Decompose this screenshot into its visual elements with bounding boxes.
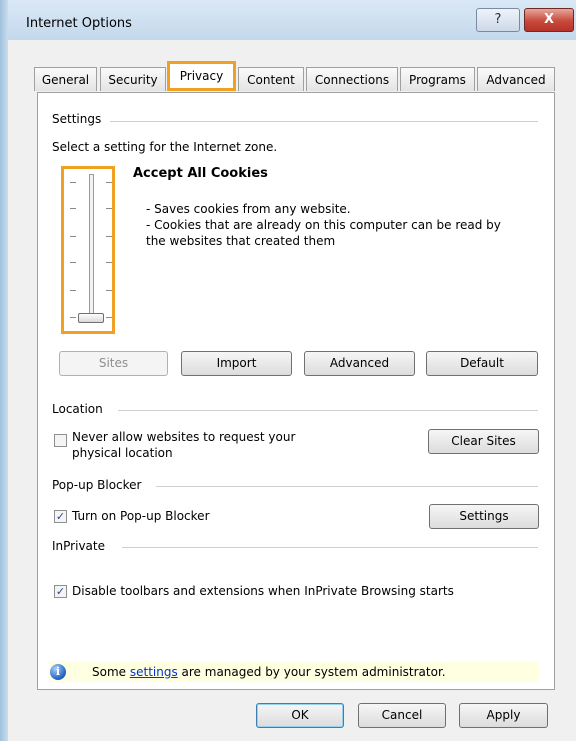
admin-info-prefix: Some	[92, 665, 130, 679]
sites-button[interactable]: Sites	[59, 351, 168, 376]
popup-settings-button[interactable]: Settings	[429, 504, 539, 529]
tab-connections[interactable]: Connections	[306, 67, 398, 91]
help-button[interactable]: ?	[476, 8, 520, 32]
popup-group-label: Pop-up Blocker	[52, 478, 142, 492]
tab-privacy[interactable]: Privacy	[167, 61, 236, 91]
popup-group-line	[156, 486, 538, 487]
default-button[interactable]: Default	[426, 351, 538, 376]
settings-group-label: Settings	[52, 112, 102, 126]
clear-sites-button[interactable]: Clear Sites	[428, 429, 539, 454]
cancel-button[interactable]: Cancel	[358, 703, 446, 728]
settings-link[interactable]: settings	[130, 665, 178, 679]
window-left-edge	[0, 0, 8, 741]
inprivate-group-label: InPrivate	[52, 539, 105, 553]
title-bar: Internet Options ? X	[8, 0, 576, 40]
location-group-label: Location	[52, 402, 103, 416]
zone-instruction: Select a setting for the Internet zone.	[52, 140, 278, 154]
window-title: Internet Options	[26, 16, 132, 31]
privacy-desc-line-3: the websites that created them	[146, 234, 336, 248]
never-allow-location-line-1: Never allow websites to request your	[72, 430, 296, 444]
tab-content[interactable]: Content	[238, 67, 304, 91]
apply-button[interactable]: Apply	[459, 703, 548, 728]
import-button[interactable]: Import	[181, 351, 292, 376]
location-group-line	[118, 410, 538, 411]
inprivate-group-line	[122, 547, 538, 548]
info-icon: i	[50, 664, 66, 680]
admin-info-text: Some settings are managed by your system…	[92, 665, 446, 680]
privacy-slider-highlight	[61, 166, 115, 334]
tab-advanced[interactable]: Advanced	[477, 67, 555, 91]
privacy-desc-line-1: - Saves cookies from any website.	[146, 202, 351, 216]
ok-button[interactable]: OK	[256, 703, 344, 728]
inprivate-toolbars-checkbox[interactable]: ✓	[54, 585, 67, 598]
tab-security[interactable]: Security	[100, 67, 166, 91]
popup-blocker-label: Turn on Pop-up Blocker	[72, 509, 210, 523]
check-icon: ✓	[55, 510, 66, 523]
advanced-button[interactable]: Advanced	[304, 351, 415, 376]
privacy-level-title: Accept All Cookies	[133, 166, 268, 181]
admin-info-suffix: are managed by your system administrator…	[177, 665, 446, 679]
tab-general[interactable]: General	[34, 67, 97, 91]
popup-blocker-checkbox[interactable]: ✓	[54, 510, 67, 523]
settings-group-line	[110, 121, 538, 122]
privacy-slider-thumb[interactable]	[78, 313, 104, 323]
privacy-slider-track[interactable]	[89, 174, 94, 320]
close-button[interactable]: X	[524, 8, 574, 32]
privacy-desc-line-2: - Cookies that are already on this compu…	[146, 218, 501, 232]
never-allow-location-line-2: physical location	[72, 446, 173, 460]
check-icon: ✓	[55, 585, 66, 598]
never-allow-location-checkbox[interactable]	[54, 434, 67, 447]
tab-programs[interactable]: Programs	[400, 67, 475, 91]
inprivate-toolbars-label: Disable toolbars and extensions when InP…	[72, 584, 454, 598]
